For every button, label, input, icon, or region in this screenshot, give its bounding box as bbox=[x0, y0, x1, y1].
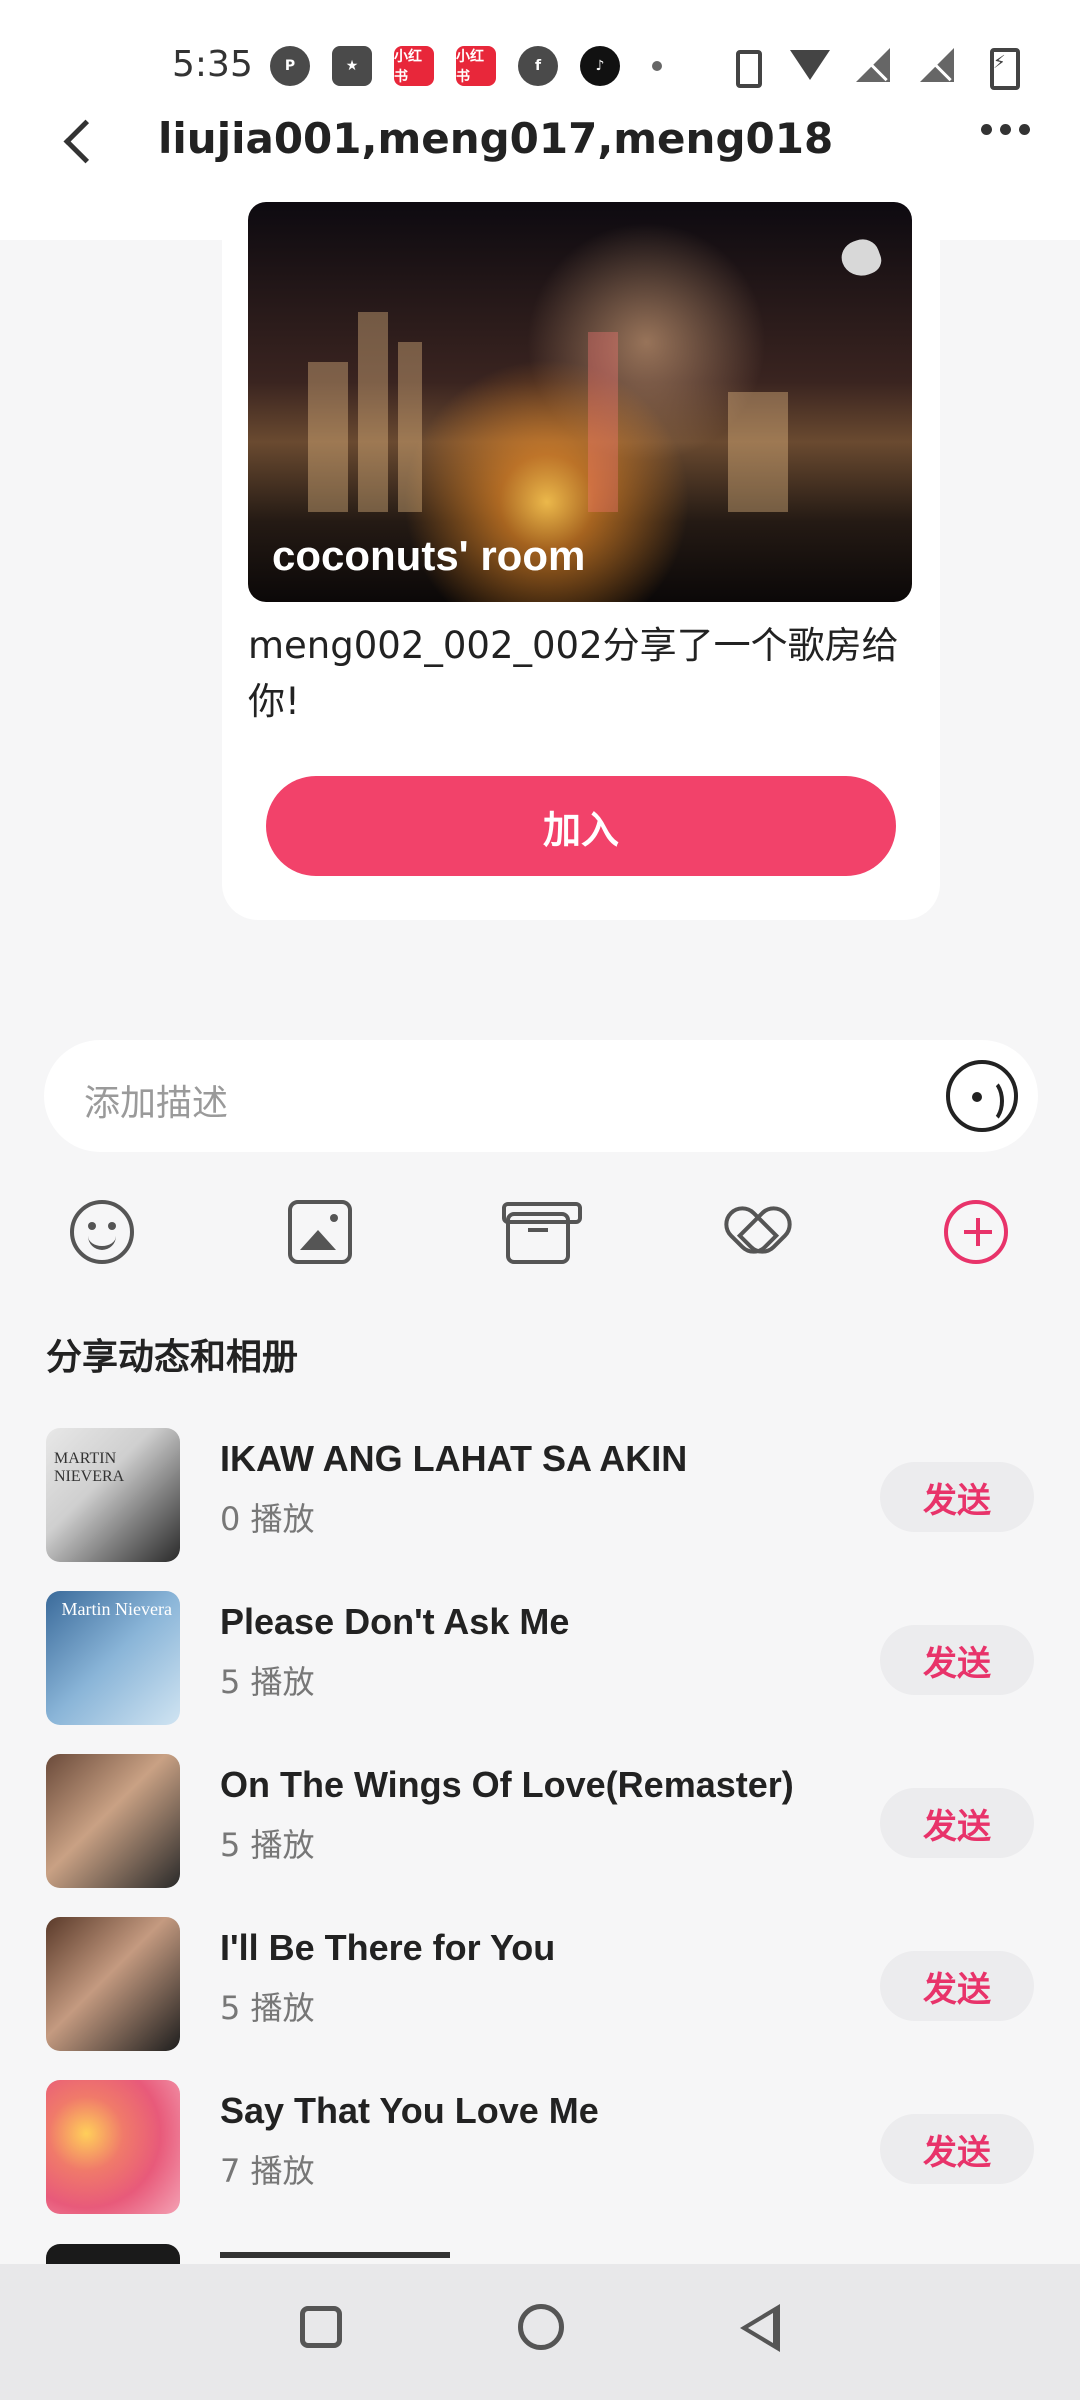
back-triangle-icon[interactable] bbox=[740, 2304, 780, 2352]
partial-song-title bbox=[220, 2252, 450, 2264]
album-cover bbox=[46, 2080, 180, 2214]
cover-text: Martin Nievera bbox=[61, 1599, 172, 1619]
vibrate-icon bbox=[726, 46, 764, 88]
section-title: 分享动态和相册 bbox=[46, 1337, 299, 1378]
heart-icon[interactable] bbox=[724, 1200, 788, 1264]
system-icons bbox=[726, 46, 1020, 90]
song-plays: 5 播放 bbox=[220, 1989, 315, 2027]
status-bar: 5:35 P ★ 小红书 小红书 f ♪ bbox=[0, 0, 1080, 116]
album-cover bbox=[46, 1917, 180, 2051]
voice-input-icon[interactable] bbox=[946, 1060, 1018, 1132]
song-plays: 5 播放 bbox=[220, 1826, 315, 1864]
star-app-icon: ★ bbox=[332, 46, 372, 86]
song-row[interactable]: I'll Be There for You 5 播放 发送 bbox=[0, 1917, 1080, 2080]
song-row[interactable]: MARTIN NIEVERA IKAW ANG LAHAT SA AKIN 0 … bbox=[0, 1428, 1080, 1591]
ktv-logo-icon bbox=[836, 226, 888, 278]
song-row[interactable]: On The Wings Of Love(Remaster) 5 播放 发送 bbox=[0, 1754, 1080, 1917]
song-title: On The Wings Of Love(Remaster) bbox=[220, 1764, 794, 1805]
album-cover: Martin Nievera bbox=[46, 1591, 180, 1725]
song-plays: 5 播放 bbox=[220, 1663, 315, 1701]
song-row[interactable]: Say That You Love Me 7 播放 发送 bbox=[0, 2080, 1080, 2243]
recent-apps-icon[interactable] bbox=[300, 2306, 342, 2348]
song-title: Say That You Love Me bbox=[220, 2090, 599, 2131]
share-message: meng002_002_002分享了一个歌房给你! bbox=[248, 624, 899, 723]
signal-off-icon bbox=[854, 46, 892, 84]
send-button[interactable]: 发送 bbox=[880, 1788, 1034, 1858]
song-plays: 0 播放 bbox=[220, 1500, 315, 1538]
emoji-icon[interactable] bbox=[70, 1200, 134, 1264]
send-button[interactable]: 发送 bbox=[880, 1462, 1034, 1532]
input-toolbar bbox=[0, 1192, 1080, 1272]
gift-icon[interactable] bbox=[502, 1202, 582, 1264]
signal-off-icon bbox=[918, 46, 956, 84]
back-arrow-icon[interactable] bbox=[52, 114, 112, 174]
more-options-icon[interactable] bbox=[981, 124, 1030, 135]
partial-album-cover bbox=[46, 2244, 180, 2264]
notification-icons: P ★ 小红书 小红书 f ♪ bbox=[270, 46, 662, 86]
wifi-icon bbox=[790, 46, 830, 84]
facebook-icon: f bbox=[518, 46, 558, 86]
send-button[interactable]: 发送 bbox=[880, 1951, 1034, 2021]
pinterest-icon: P bbox=[270, 46, 310, 86]
send-button[interactable]: 发送 bbox=[880, 1625, 1034, 1695]
dot-icon bbox=[652, 61, 662, 71]
xiaohongshu-icon: 小红书 bbox=[456, 46, 496, 86]
song-plays: 7 播放 bbox=[220, 2152, 315, 2190]
status-time: 5:35 bbox=[172, 44, 253, 85]
song-row[interactable]: Martin Nievera Please Don't Ask Me 5 播放 … bbox=[0, 1591, 1080, 1754]
cover-text: MARTIN NIEVERA bbox=[54, 1450, 125, 1485]
room-name: coconuts' room bbox=[272, 532, 586, 579]
room-cover-image[interactable]: coconuts' room bbox=[248, 202, 912, 602]
system-nav-bar bbox=[0, 2264, 1080, 2400]
song-list: MARTIN NIEVERA IKAW ANG LAHAT SA AKIN 0 … bbox=[0, 1428, 1080, 2243]
xiaohongshu-icon: 小红书 bbox=[394, 46, 434, 86]
album-cover bbox=[46, 1754, 180, 1888]
plus-icon[interactable] bbox=[944, 1200, 1008, 1264]
image-icon[interactable] bbox=[288, 1200, 352, 1264]
song-title: I'll Be There for You bbox=[220, 1927, 556, 1968]
room-share-card[interactable]: coconuts' room meng002_002_002分享了一个歌房给你!… bbox=[222, 200, 940, 920]
song-title: Please Don't Ask Me bbox=[220, 1601, 570, 1642]
description-input[interactable]: 添加描述 bbox=[44, 1040, 1038, 1152]
join-button[interactable]: 加入 bbox=[266, 776, 896, 876]
description-placeholder: 添加描述 bbox=[84, 1083, 229, 1124]
home-icon[interactable] bbox=[518, 2304, 564, 2350]
tiktok-icon: ♪ bbox=[580, 46, 620, 86]
album-cover: MARTIN NIEVERA bbox=[46, 1428, 180, 1562]
battery-charging-icon bbox=[982, 46, 1020, 90]
chat-title: liujia001,meng017,meng018 bbox=[158, 114, 834, 163]
song-title: IKAW ANG LAHAT SA AKIN bbox=[220, 1438, 688, 1479]
send-button[interactable]: 发送 bbox=[880, 2114, 1034, 2184]
